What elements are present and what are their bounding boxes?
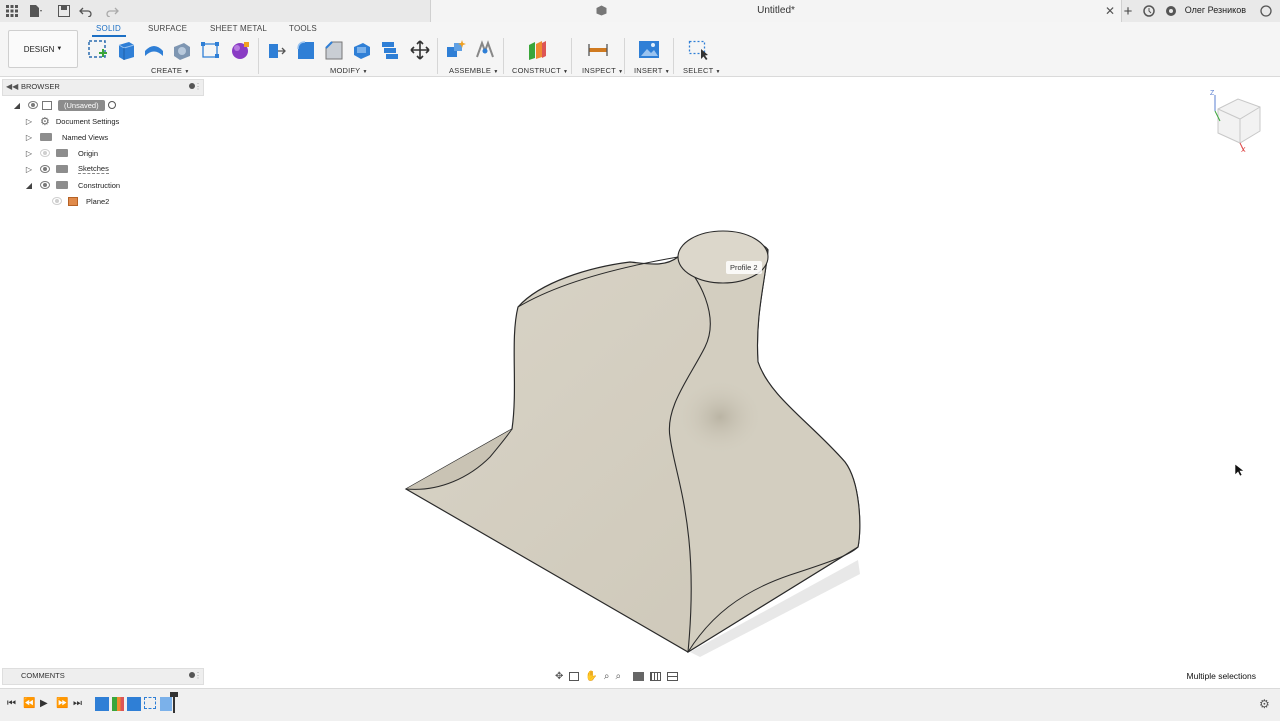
joint-icon[interactable] <box>474 39 496 61</box>
document-tab[interactable]: Untitled* ✕ <box>430 0 1122 22</box>
file-menu-icon[interactable] <box>28 3 44 19</box>
insert-image-icon[interactable] <box>638 39 660 61</box>
timeline-sketch-icon[interactable] <box>95 697 109 711</box>
active-tab-indicator <box>92 35 126 37</box>
close-tab-icon[interactable]: ✕ <box>1105 4 1115 18</box>
toolbar-divider <box>673 38 674 74</box>
chevron-down-icon: ▼ <box>664 69 670 75</box>
top-profile-face[interactable] <box>677 230 769 284</box>
chevron-down-icon: ▼ <box>56 46 63 52</box>
chevron-down-icon: ▼ <box>184 69 190 75</box>
window-select-icon[interactable] <box>688 39 710 61</box>
press-pull-icon[interactable] <box>266 39 288 61</box>
3d-viewport[interactable] <box>0 77 1280 667</box>
status-text: Multiple selections <box>1186 671 1256 681</box>
move-copy-icon[interactable] <box>409 39 431 61</box>
profile-tooltip: Profile 2 <box>726 261 762 274</box>
body-shading <box>675 377 765 457</box>
measure-icon[interactable] <box>587 39 609 61</box>
comments-panel-header[interactable]: COMMENTS ⋮ <box>2 668 204 685</box>
new-component-icon[interactable] <box>445 39 467 61</box>
axis-label: X <box>1241 147 1246 154</box>
gear-icon[interactable]: ⚙ <box>1259 697 1270 711</box>
insert-group-label[interactable]: INSERT ▼ <box>634 66 670 75</box>
combine-icon[interactable] <box>379 39 401 61</box>
panel-grip-icon[interactable]: ⋮ <box>194 671 202 680</box>
chevron-down-icon: ▼ <box>563 69 569 75</box>
look-at-icon[interactable] <box>569 671 580 681</box>
new-tab-icon[interactable]: + <box>1120 3 1136 20</box>
go-to-start-icon[interactable]: ⏮ <box>7 698 16 709</box>
navigation-bar: ✥ ✋ ⌕ ⌕ <box>555 668 720 684</box>
help-icon[interactable] <box>1258 3 1274 19</box>
grid-settings-icon[interactable] <box>650 671 662 681</box>
assemble-group-label[interactable]: ASSEMBLE ▼ <box>449 66 499 75</box>
pan-hand-icon[interactable]: ✋ <box>585 671 597 682</box>
step-back-icon[interactable]: ⏪ <box>23 698 35 709</box>
chevron-down-icon: ▼ <box>493 69 499 75</box>
tab-solid[interactable]: SOLID <box>96 24 121 33</box>
extrude-icon[interactable] <box>115 39 137 61</box>
chamfer-icon[interactable] <box>323 39 345 61</box>
zoom-icon[interactable]: ⌕ <box>604 671 610 682</box>
tab-surface[interactable]: SURFACE <box>148 24 187 33</box>
view-cube[interactable] <box>1214 95 1261 152</box>
save-icon[interactable] <box>56 3 72 19</box>
ribbon-toolbar: SOLID SURFACE SHEET METAL TOOLS DESIGN ▼… <box>0 22 1280 77</box>
loft-icon[interactable] <box>199 39 221 61</box>
document-title: Untitled* <box>757 5 795 16</box>
toolbar-divider <box>571 38 572 74</box>
workspace-mode-label: DESIGN <box>23 44 55 54</box>
job-status-icon[interactable] <box>1141 3 1157 19</box>
fillet-icon[interactable] <box>295 39 317 61</box>
timeline-loft-icon[interactable] <box>144 697 156 709</box>
tab-sheet-metal[interactable]: SHEET METAL <box>210 24 267 33</box>
display-settings-icon[interactable] <box>633 671 645 681</box>
comments-title: COMMENTS <box>21 671 65 680</box>
undo-icon[interactable] <box>78 3 94 19</box>
mouse-cursor-icon <box>1234 463 1244 477</box>
select-group-label[interactable]: SELECT ▼ <box>683 66 721 75</box>
timeline-sketch-icon[interactable] <box>127 697 141 711</box>
title-bar: Untitled* ✕ + Олег Резников <box>0 0 1280 23</box>
create-form-icon[interactable] <box>229 39 251 61</box>
construct-group-label[interactable]: CONSTRUCT ▼ <box>512 66 568 75</box>
timeline-bar: ⏮ ⏪ ▶ ⏩ ⏭ ⚙ <box>0 688 1280 721</box>
inspect-group-label[interactable]: INSPECT ▼ <box>582 66 623 75</box>
toolbar-divider <box>624 38 625 74</box>
viewports-icon[interactable] <box>667 671 679 681</box>
chevron-down-icon: ▼ <box>362 69 368 75</box>
create-group-label[interactable]: CREATE ▼ <box>151 66 190 75</box>
create-sketch-icon[interactable] <box>87 39 109 61</box>
play-icon[interactable]: ▶ <box>40 698 48 709</box>
workspace-switcher-button[interactable]: DESIGN ▼ <box>8 30 78 68</box>
app-grid-icon[interactable] <box>4 3 20 19</box>
timeline-plane-icon[interactable] <box>112 697 124 711</box>
revolve-icon[interactable] <box>143 39 165 61</box>
timeline-marker-handle[interactable] <box>170 692 178 697</box>
toolbar-divider <box>437 38 438 74</box>
timeline-loft-icon[interactable] <box>160 697 172 711</box>
orbit-icon[interactable]: ✥ <box>555 671 563 682</box>
shell-icon[interactable] <box>351 39 373 61</box>
tab-tools[interactable]: TOOLS <box>289 24 317 33</box>
toolbar-divider <box>503 38 504 74</box>
chevron-down-icon: ▼ <box>618 69 624 75</box>
chevron-down-icon: ▼ <box>715 69 721 75</box>
user-name[interactable]: Олег Резников <box>1185 5 1246 15</box>
go-to-end-icon[interactable]: ⏭ <box>73 698 82 709</box>
offset-plane-icon[interactable] <box>526 39 548 61</box>
redo-icon[interactable] <box>104 3 120 19</box>
axis-label: Z <box>1210 90 1215 97</box>
step-forward-icon[interactable]: ⏩ <box>56 698 68 709</box>
toolbar-divider <box>258 38 259 74</box>
notifications-icon[interactable] <box>1163 3 1179 19</box>
modify-group-label[interactable]: MODIFY ▼ <box>330 66 368 75</box>
fit-zoom-icon[interactable]: ⌕ <box>615 671 621 682</box>
sweep-icon[interactable] <box>171 39 193 61</box>
